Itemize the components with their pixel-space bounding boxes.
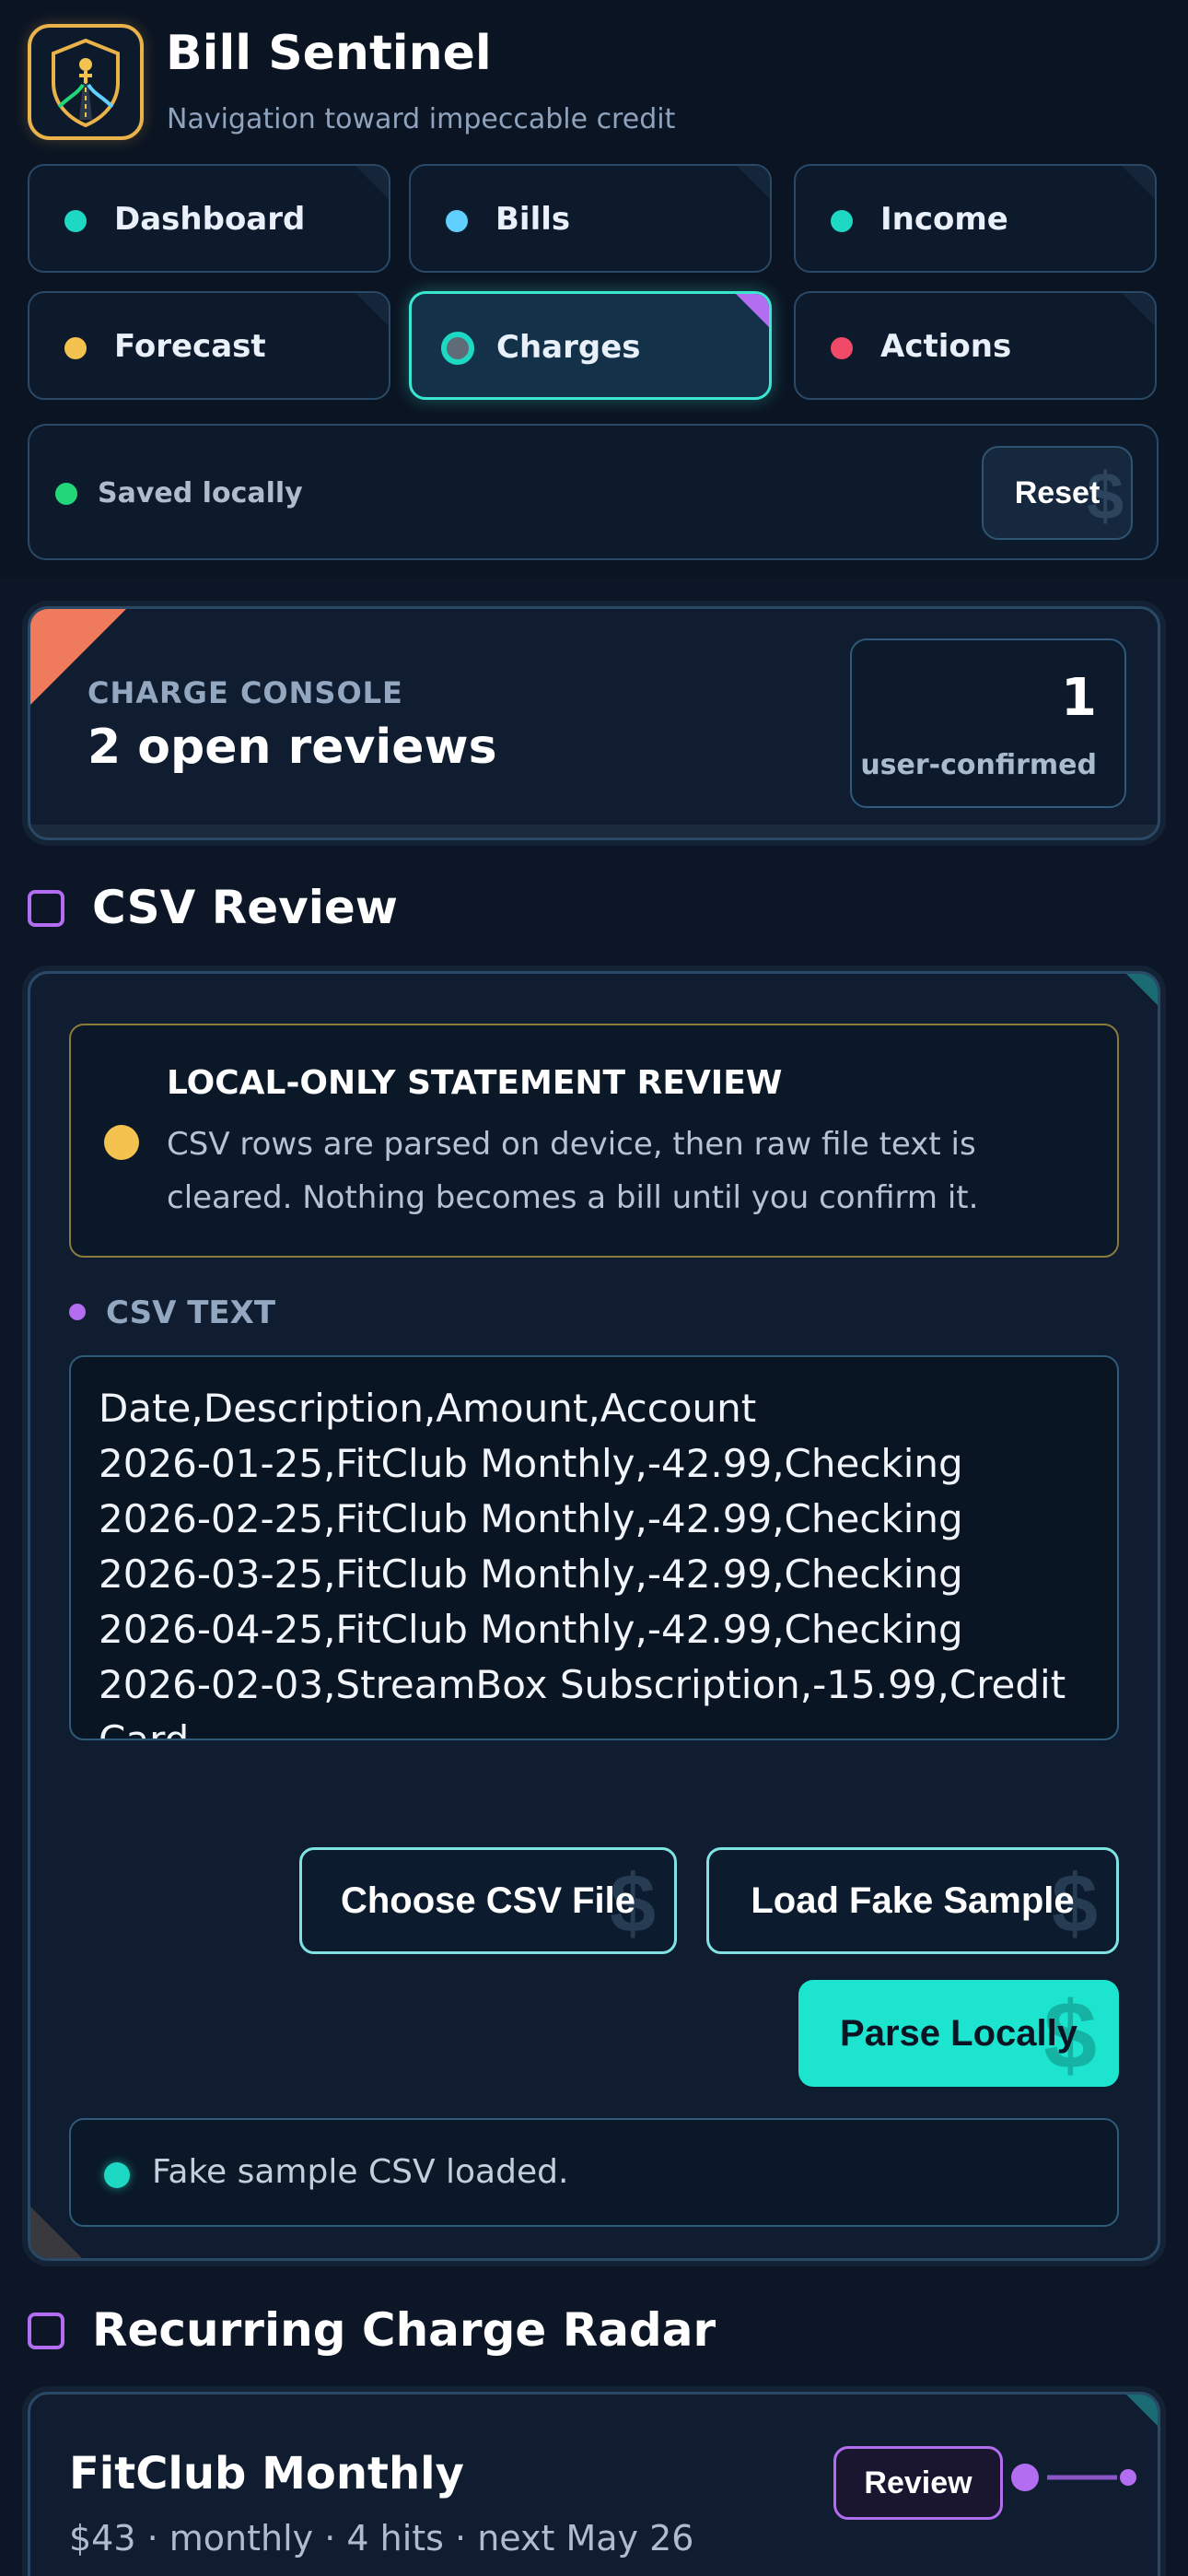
corner-accent <box>355 166 389 199</box>
feedback-text: Fake sample CSV loaded. <box>152 2153 569 2191</box>
reset-button-label: Reset <box>1014 474 1101 510</box>
tab-status-dot <box>446 210 468 232</box>
csv-text-input[interactable]: Date,Description,Amount,Account 2026-01-… <box>69 1355 1119 1740</box>
review-button[interactable]: Review <box>833 2446 1003 2520</box>
shield-road-icon <box>52 38 120 128</box>
csv-line: 2026-03-25,FitClub Monthly,-42.99,Checki… <box>99 1551 963 1597</box>
section-marker-icon <box>28 2313 64 2349</box>
notice-warning-dot <box>104 1125 139 1160</box>
tab-bills[interactable]: Bills <box>409 164 772 273</box>
csv-line: Card <box>99 1717 190 1740</box>
tab-label: Bills <box>495 201 571 238</box>
tab-status-dot <box>64 210 87 232</box>
csv-review-title: CSV Review <box>92 881 398 934</box>
tab-status-dot <box>64 337 87 359</box>
section-marker-icon <box>28 890 64 927</box>
notice-body: CSV rows are parsed on device, then raw … <box>167 1126 979 1216</box>
corner-accent <box>1122 293 1155 326</box>
charge-console-card: CHARGE CONSOLE 2 open reviews 1 user-con… <box>28 606 1160 840</box>
recurring-charge-card: FitClub Monthly $43 · monthly · 4 hits ·… <box>28 2392 1160 2576</box>
label-bullet <box>69 1304 86 1320</box>
csv-text-label: CSV TEXT <box>106 1294 276 1331</box>
tab-status-dot <box>441 332 474 365</box>
save-status-bar: Saved locally $ Reset <box>28 424 1159 560</box>
choose-csv-file-button[interactable]: $ Choose CSV File <box>299 1847 677 1954</box>
load-sample-label: Load Fake Sample <box>751 1879 1075 1921</box>
timeline-connector-icon <box>1011 2464 1136 2491</box>
tab-forecast[interactable]: Forecast <box>28 291 390 400</box>
open-reviews-count: 2 open reviews <box>87 720 497 775</box>
reset-button[interactable]: $ Reset <box>982 446 1133 540</box>
privacy-notice: LOCAL-ONLY STATEMENT REVIEW CSV rows are… <box>69 1024 1119 1258</box>
corner-accent <box>1122 166 1155 199</box>
csv-line: 2026-04-25,FitClub Monthly,-42.99,Checki… <box>99 1607 963 1652</box>
app-subtitle: Navigation toward impeccable credit <box>167 103 676 135</box>
tab-charges[interactable]: Charges <box>409 291 772 400</box>
console-eyebrow: CHARGE CONSOLE <box>87 675 403 710</box>
charge-meta: $43 · monthly · 4 hits · next May 26 <box>69 2518 694 2558</box>
app-logo <box>28 24 144 140</box>
tab-label: Forecast <box>114 328 266 365</box>
save-status-text: Saved locally <box>98 477 303 509</box>
tab-label: Charges <box>496 329 641 366</box>
csv-line: 2026-02-03,StreamBox Subscription,-15.99… <box>99 1662 1066 1707</box>
csv-review-card: LOCAL-ONLY STATEMENT REVIEW CSV rows are… <box>28 971 1160 2261</box>
console-divider <box>30 825 1158 837</box>
app-title: Bill Sentinel <box>166 26 492 81</box>
stat-caption: user-confirmed <box>860 749 1097 781</box>
tab-dashboard[interactable]: Dashboard <box>28 164 390 273</box>
charge-name: FitClub Monthly <box>69 2448 464 2500</box>
tab-label: Actions <box>880 328 1012 365</box>
tab-actions[interactable]: Actions <box>794 291 1157 400</box>
tab-label: Dashboard <box>114 201 306 238</box>
parse-feedback: Fake sample CSV loaded. <box>69 2118 1119 2227</box>
parse-locally-button[interactable]: $ Parse Locally <box>798 1980 1119 2087</box>
user-confirmed-stat: 1 user-confirmed <box>850 638 1126 808</box>
corner-accent <box>355 293 389 326</box>
corner-accent <box>1126 2395 1158 2426</box>
corner-accent <box>1126 974 1158 1005</box>
tab-label: Income <box>880 201 1008 238</box>
notice-title: LOCAL-ONLY STATEMENT REVIEW <box>167 1064 783 1102</box>
feedback-status-dot <box>104 2162 130 2188</box>
load-fake-sample-button[interactable]: $ Load Fake Sample <box>706 1847 1119 1954</box>
saved-indicator-dot <box>55 483 77 505</box>
tab-status-dot <box>831 210 853 232</box>
corner-accent <box>737 166 770 199</box>
choose-csv-label: Choose CSV File <box>340 1879 636 1921</box>
csv-line: 2026-02-25,FitClub Monthly,-42.99,Checki… <box>99 1496 963 1541</box>
corner-accent <box>736 294 769 327</box>
recurring-charge-radar-title: Recurring Charge Radar <box>92 2303 716 2357</box>
csv-line: 2026-01-25,FitClub Monthly,-42.99,Checki… <box>99 1441 963 1486</box>
csv-line: Date,Description,Amount,Account <box>99 1386 757 1431</box>
stat-value: 1 <box>1061 668 1097 728</box>
tab-income[interactable]: Income <box>794 164 1157 273</box>
parse-locally-label: Parse Locally <box>840 2012 1077 2054</box>
tab-status-dot <box>831 337 853 359</box>
